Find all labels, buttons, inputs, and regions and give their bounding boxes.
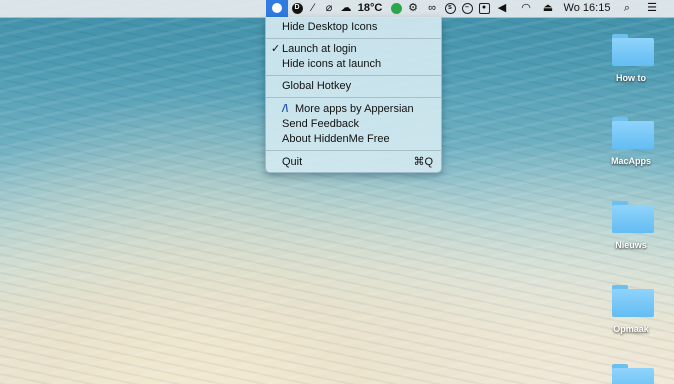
- folder-icon: [612, 201, 654, 233]
- appersian-logo-icon: /\: [282, 103, 289, 115]
- desktop-folder-how-to[interactable]: How to: [600, 30, 660, 100]
- folder-label: MacApps: [610, 156, 651, 166]
- glasses-icon[interactable]: ∞: [423, 0, 441, 17]
- menu-separator: [266, 150, 441, 151]
- volume-icon[interactable]: ◀: [495, 0, 509, 17]
- menu-separator: [266, 38, 441, 39]
- d-icon[interactable]: D: [290, 0, 304, 17]
- quit-shortcut: ⌘Q: [413, 156, 433, 168]
- folder-label: Nieuws: [615, 240, 647, 250]
- menu-item-more-apps-label: More apps by Appersian: [295, 103, 414, 115]
- menu-item-quit[interactable]: Quit: [282, 155, 302, 169]
- menu-item-global-hotkey[interactable]: Global Hotkey: [282, 79, 351, 93]
- folder-icon: [612, 34, 654, 66]
- menu-item-launch-at-login[interactable]: Launch at login: [282, 42, 357, 56]
- eject-icon[interactable]: ⏏: [542, 0, 554, 17]
- circle-s-icon[interactable]: s: [443, 0, 457, 17]
- menu-item-more-apps[interactable]: /\ More apps by Appersian: [282, 102, 414, 116]
- weather-cloud-icon[interactable]: ☁: [339, 0, 353, 17]
- menu-separator: [266, 97, 441, 98]
- menu-item-about[interactable]: About HiddenMe Free: [282, 132, 390, 146]
- folder-icon: [612, 285, 654, 317]
- minus-circle-icon[interactable]: –: [460, 0, 474, 17]
- folder-icon: [612, 117, 654, 149]
- folder-icon: [612, 364, 654, 384]
- desktop-folder-opmaak[interactable]: Opmaak: [600, 281, 660, 351]
- menu-clock[interactable]: Wo 16:15: [562, 0, 612, 17]
- menu-item-send-feedback[interactable]: Send Feedback: [282, 117, 359, 131]
- wand-icon[interactable]: ⁄: [306, 0, 320, 17]
- desktop-folder-macapps[interactable]: MacApps: [600, 113, 660, 183]
- hiddenme-menu-icon[interactable]: [266, 0, 288, 17]
- menu-item-hide-icons-at-launch[interactable]: Hide icons at launch: [282, 57, 381, 71]
- menu-item-hide-desktop-icons[interactable]: Hide Desktop Icons: [282, 20, 377, 34]
- spotify-icon[interactable]: [389, 0, 403, 17]
- folder-label: How to: [616, 73, 646, 83]
- wifi-icon[interactable]: ◠: [518, 0, 534, 17]
- menu-separator: [266, 75, 441, 76]
- menu-bar: D ⁄ ⌀ ☁ 18°C ⚙ ∞ s – ● ◀ ◠ ⏏ Wo 16:15 ⌕ …: [0, 0, 674, 18]
- weather-temperature[interactable]: 18°C: [354, 0, 386, 17]
- desktop-folder-partial[interactable]: [600, 360, 660, 384]
- record-icon[interactable]: ●: [477, 0, 491, 17]
- checkmark-icon: ✓: [271, 43, 281, 55]
- gear-icon[interactable]: ⚙: [406, 0, 420, 17]
- list-icon[interactable]: ☰: [644, 0, 660, 17]
- folder-label: Opmaak: [613, 324, 649, 334]
- search-icon[interactable]: ⌕: [620, 0, 634, 17]
- hiddenme-dropdown-menu: Hide Desktop Icons ✓ Launch at login Hid…: [265, 17, 442, 173]
- desktop-folder-nieuws[interactable]: Nieuws: [600, 197, 660, 267]
- paperclip-icon[interactable]: ⌀: [322, 0, 336, 17]
